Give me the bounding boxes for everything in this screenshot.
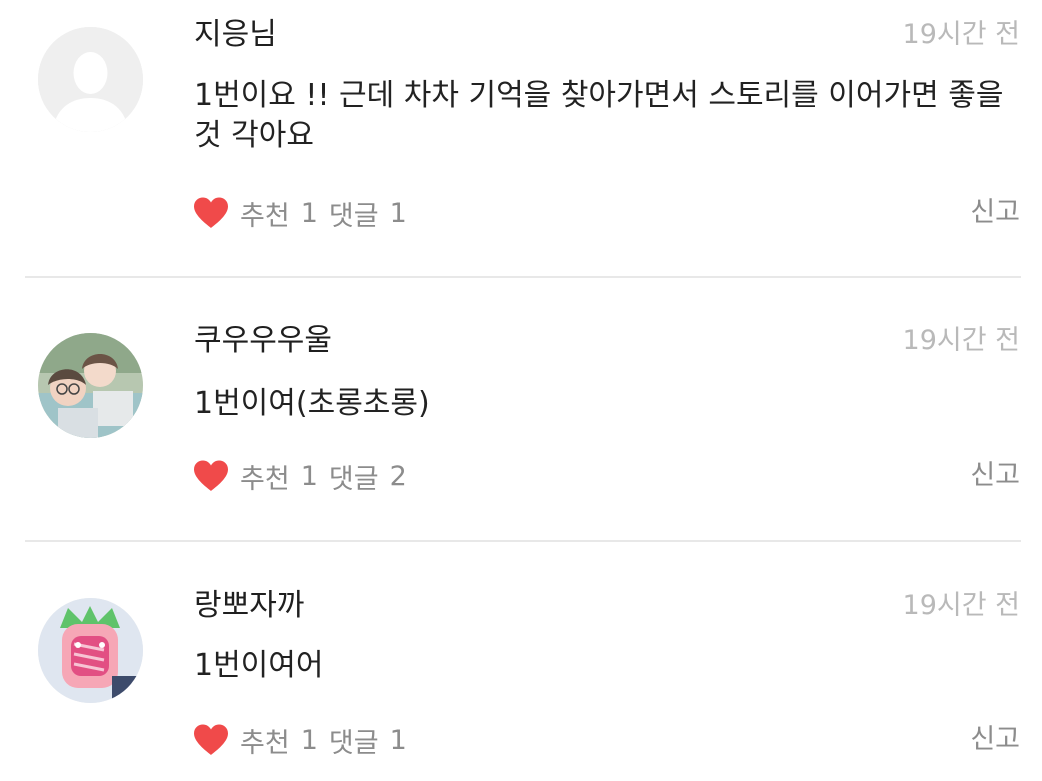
character-avatar-image bbox=[38, 598, 143, 703]
comment-actions: 추천 1 댓글 2 bbox=[192, 456, 407, 496]
comment-text: 1번이여어 bbox=[194, 648, 324, 683]
avatar[interactable] bbox=[38, 27, 143, 132]
report-button[interactable]: 신고 bbox=[970, 193, 1020, 233]
heart-icon[interactable] bbox=[192, 196, 230, 230]
report-button[interactable]: 신고 bbox=[970, 720, 1020, 760]
timestamp: 19시간 전 bbox=[902, 325, 1020, 356]
comment-text: 1번이요 !! 근데 차차 기억을 찾아가면서 스토리를 이어가면 좋을것 각아… bbox=[194, 78, 1004, 153]
comment-item: 랑뽀자까 19시간 전 1번이여어 추천 1 댓글 1 신고 bbox=[0, 542, 1042, 781]
reply-count: 1 bbox=[389, 724, 407, 756]
photo-avatar-image bbox=[38, 333, 143, 438]
comment-text: 1번이여(초롱초롱) bbox=[194, 386, 430, 421]
like-label[interactable]: 추천 bbox=[240, 457, 290, 496]
author-name[interactable]: 랑뽀자까 bbox=[194, 587, 304, 625]
like-label[interactable]: 추천 bbox=[240, 721, 290, 760]
report-button[interactable]: 신고 bbox=[970, 456, 1020, 496]
comment-actions: 추천 1 댓글 1 bbox=[192, 720, 407, 760]
comment-item: 쿠우우우울 19시간 전 1번이여(초롱초롱) 추천 1 댓글 2 신고 bbox=[0, 278, 1042, 542]
timestamp: 19시간 전 bbox=[902, 590, 1020, 621]
like-label[interactable]: 추천 bbox=[240, 194, 290, 233]
reply-count: 2 bbox=[389, 460, 407, 492]
like-count: 1 bbox=[300, 724, 318, 756]
default-user-icon bbox=[38, 27, 143, 132]
reply-count: 1 bbox=[389, 197, 407, 229]
avatar[interactable] bbox=[38, 598, 143, 703]
author-name[interactable]: 쿠우우우울 bbox=[194, 322, 332, 360]
heart-icon[interactable] bbox=[192, 723, 230, 757]
avatar[interactable] bbox=[38, 333, 143, 438]
heart-icon[interactable] bbox=[192, 459, 230, 493]
like-count: 1 bbox=[300, 197, 318, 229]
reply-label[interactable]: 댓글 bbox=[329, 457, 379, 496]
like-count: 1 bbox=[300, 460, 318, 492]
comment-actions: 추천 1 댓글 1 bbox=[192, 193, 407, 233]
comment-item: 지응님 19시간 전 1번이요 !! 근데 차차 기억을 찾아가면서 스토리를 … bbox=[0, 0, 1042, 278]
author-name[interactable]: 지응님 bbox=[194, 16, 277, 54]
reply-label[interactable]: 댓글 bbox=[329, 721, 379, 760]
reply-label[interactable]: 댓글 bbox=[329, 194, 379, 233]
timestamp: 19시간 전 bbox=[902, 19, 1020, 50]
